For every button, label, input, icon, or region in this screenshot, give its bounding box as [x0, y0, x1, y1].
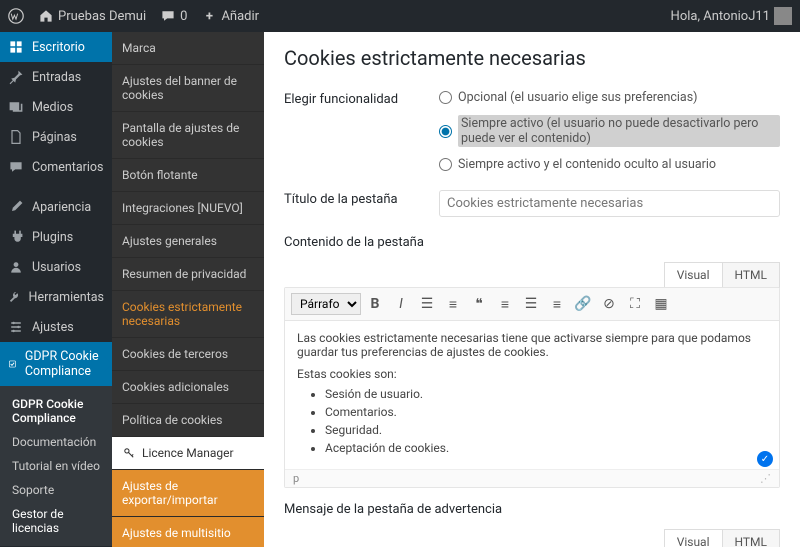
list-item: Seguridad.	[325, 423, 767, 437]
submenu-item-0[interactable]: Documentación	[0, 430, 112, 454]
sidebar-item-8[interactable]: Herramientas	[0, 282, 112, 312]
alignr-button[interactable]: ≡	[545, 292, 569, 316]
users-icon	[8, 259, 24, 275]
dashboard-icon	[8, 39, 24, 55]
unlink-button[interactable]: ⊘	[597, 292, 621, 316]
settings-item-13[interactable]: Ajustes de multisitio	[112, 517, 264, 547]
check-badge-icon: ✓	[757, 451, 773, 467]
settings-item-4[interactable]: Integraciones [NUEVO]	[112, 192, 264, 225]
sidebar-item-0[interactable]: Escritorio	[0, 32, 112, 62]
sidebar-item-2[interactable]: Medios	[0, 92, 112, 122]
settings-item-9[interactable]: Cookies adicionales	[112, 371, 264, 404]
settings-item-5[interactable]: Ajustes generales	[112, 225, 264, 258]
sidebar-item-3[interactable]: Páginas	[0, 122, 112, 152]
tab-visual[interactable]: Visual	[664, 262, 723, 288]
settings-item-2[interactable]: Pantalla de ajustes de cookies	[112, 112, 264, 159]
editor-1: PárrafoBI☰≡❝≡☰≡🔗⊘⛶▦ Las cookies estricta…	[284, 287, 780, 488]
sidebar-item-1[interactable]: Entradas	[0, 62, 112, 92]
sidebar-item-7[interactable]: Usuarios	[0, 252, 112, 282]
settings-icon	[8, 319, 24, 335]
submenu-title: GDPR Cookie Compliance	[0, 392, 112, 430]
settings-item-10[interactable]: Política de cookies	[112, 404, 264, 437]
list-item: Sesión de usuario.	[325, 387, 767, 401]
settings-item-11[interactable]: Licence Manager	[112, 437, 264, 470]
functionality-label: Elegir funcionalidad	[284, 90, 439, 172]
media-icon	[8, 99, 24, 115]
fullscreen-button[interactable]: ⛶	[623, 292, 647, 316]
avatar	[774, 7, 792, 25]
bold-button[interactable]: B	[363, 292, 387, 316]
tab-html[interactable]: HTML	[723, 262, 781, 288]
radio-option-1[interactable]: Siempre activo (el usuario no puede desa…	[439, 115, 780, 147]
alignc-button[interactable]: ☰	[519, 292, 543, 316]
editor-tabs-2: Visual HTML	[284, 529, 780, 547]
sidebar-item-10[interactable]: GDPR Cookie Compliance	[0, 342, 112, 386]
tab-html-2[interactable]: HTML	[723, 529, 781, 547]
list-item: Comentarios.	[325, 405, 767, 419]
radio-option-2[interactable]: Siempre activo y el contenido oculto al …	[439, 157, 780, 172]
site-name[interactable]: Pruebas Demui	[38, 8, 146, 24]
plugin-icon	[8, 229, 24, 245]
format-select[interactable]: Párrafo	[291, 293, 361, 315]
submenu-item-2[interactable]: Soporte	[0, 478, 112, 502]
home-icon	[38, 8, 54, 24]
list-item: Aceptación de cookies.	[325, 441, 767, 455]
italic-button[interactable]: I	[389, 292, 413, 316]
site-name-text: Pruebas Demui	[58, 9, 146, 24]
comments-count[interactable]: 0	[160, 8, 187, 24]
alignl-button[interactable]: ≡	[493, 292, 517, 316]
link-button[interactable]: 🔗	[571, 292, 595, 316]
key-icon	[122, 446, 136, 460]
editor-path: p	[293, 472, 299, 485]
user-greeting[interactable]: Hola, AntonioJ11	[671, 7, 792, 25]
brush-icon	[8, 199, 24, 215]
ol-button[interactable]: ≡	[441, 292, 465, 316]
kitchen-button[interactable]: ▦	[649, 292, 673, 316]
settings-item-12[interactable]: Ajustes de exportar/importar	[112, 470, 264, 517]
content-label: Contenido de la pestaña	[284, 235, 780, 250]
sidebar-item-9[interactable]: Ajustes	[0, 312, 112, 342]
tab-title-input[interactable]	[439, 190, 780, 217]
settings-item-3[interactable]: Botón flotante	[112, 159, 264, 192]
wp-logo[interactable]	[8, 8, 24, 24]
comment-icon	[160, 8, 176, 24]
pin-icon	[8, 69, 24, 85]
settings-item-7[interactable]: Cookies estrictamente necesarias	[112, 291, 264, 338]
quote-button[interactable]: ❝	[467, 292, 491, 316]
tab-title-label: Título de la pestaña	[284, 190, 439, 217]
settings-item-8[interactable]: Cookies de terceros	[112, 338, 264, 371]
submenu-item-1[interactable]: Tutorial en vídeo	[0, 454, 112, 478]
warn-label: Mensaje de la pestaña de advertencia	[284, 502, 780, 517]
page-title: Cookies estrictamente necesarias	[284, 46, 780, 70]
ul-button[interactable]: ☰	[415, 292, 439, 316]
tools-icon	[8, 289, 21, 305]
sidebar-item-4[interactable]: Comentarios	[0, 152, 112, 182]
editor-tabs-1: Visual HTML	[284, 262, 780, 288]
plus-icon: +	[201, 8, 217, 24]
check-icon	[8, 356, 17, 372]
submenu-item-3[interactable]: Gestor de licencias	[0, 502, 112, 540]
resize-handle-icon[interactable]: ⋰	[760, 472, 771, 485]
tab-visual-2[interactable]: Visual	[664, 529, 723, 547]
page-icon	[8, 129, 24, 145]
radio-option-0[interactable]: Opcional (el usuario elige sus preferenc…	[439, 90, 780, 105]
settings-item-6[interactable]: Resumen de privacidad	[112, 258, 264, 291]
sidebar-item-5[interactable]: Apariencia	[0, 192, 112, 222]
comment-icon	[8, 159, 24, 175]
sidebar-item-6[interactable]: Plugins	[0, 222, 112, 252]
add-new[interactable]: +Añadir	[201, 8, 259, 24]
settings-item-0[interactable]: Marca	[112, 32, 264, 65]
editor-body-1[interactable]: Las cookies estrictamente necesarias tie…	[285, 321, 779, 469]
settings-item-1[interactable]: Ajustes del banner de cookies	[112, 65, 264, 112]
